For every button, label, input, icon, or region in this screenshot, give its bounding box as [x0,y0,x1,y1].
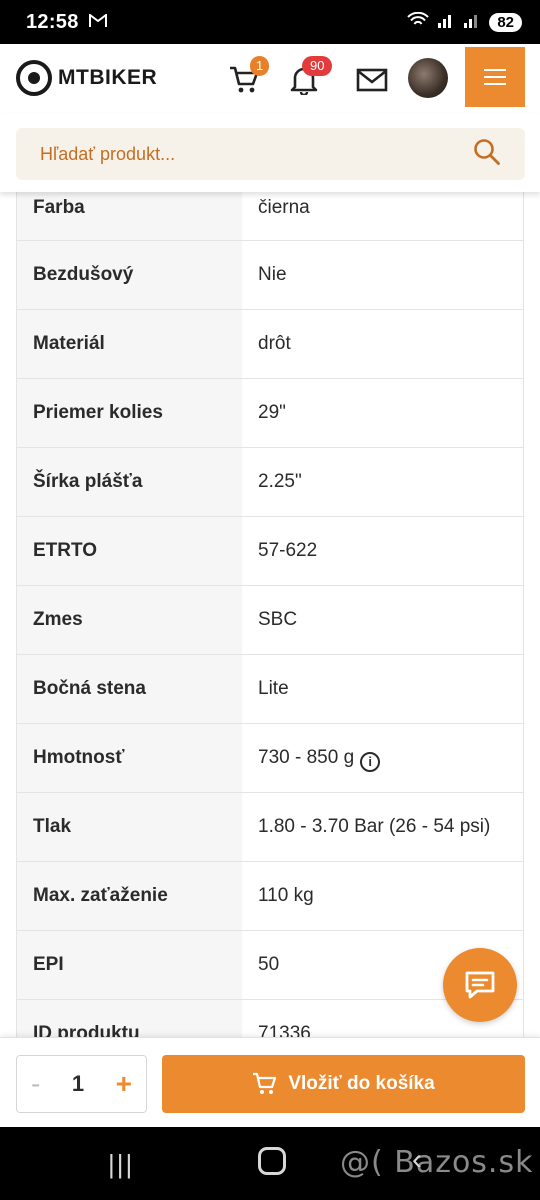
wifi-icon [407,11,430,32]
menu-button[interactable] [465,47,525,107]
spec-row: Bezdušový Nie [17,241,523,310]
notifications-count-badge: 90 [302,56,333,76]
spec-value-text: Lite [258,678,289,699]
search-placeholder: Hľadať produkt... [40,143,176,164]
spec-value-text: Nie [258,264,287,285]
spec-key: Max. zaťaženie [17,862,242,930]
search-input[interactable]: Hľadať produkt... [16,128,525,180]
spec-row: Materiál drôt [17,310,523,379]
quantity-decrease-button[interactable]: - [31,1068,40,1100]
spec-key: Priemer kolies [17,379,242,447]
spec-key: Zmes [17,586,242,654]
home-button[interactable] [258,1147,286,1175]
system-nav-bar: ||| @( Bazos.sk ‹ [0,1127,540,1200]
spec-value-text: SBC [258,609,298,630]
cart-icon [253,1072,277,1094]
spec-value: 2.25" [242,448,523,516]
battery-indicator: 82 [489,12,522,32]
spec-value-text: 1.80 - 3.70 Bar (26 - 54 psi) [258,816,491,837]
spec-value: drôt [242,310,523,378]
messages-button[interactable] [352,60,392,100]
spec-row: Šírka plášťa 2.25" [17,448,523,517]
spec-key: Bezdušový [17,241,242,309]
spec-key: EPI [17,931,242,999]
cart-button[interactable]: 1 [224,56,270,100]
logo[interactable]: MTBIKER [16,60,157,96]
spec-value-text: 50 [258,954,280,975]
add-to-cart-bar: - 1 + Vložiť do košíka [0,1037,540,1127]
spec-value: 730 - 850 gi [242,724,523,792]
spec-value-text: 2.25" [258,471,302,492]
spec-value: Nie [242,241,523,309]
spec-value: 1.80 - 3.70 Bar (26 - 54 psi) [242,793,523,861]
user-avatar[interactable] [408,58,448,98]
add-to-cart-button[interactable]: Vložiť do košíka [162,1055,525,1113]
spec-value-text: 29" [258,402,286,423]
spec-key: Tlak [17,793,242,861]
logo-gear-icon [16,60,52,96]
search-bar-container: Hľadať produkt... [0,114,540,192]
spec-key: Hmotnosť [17,724,242,792]
back-button[interactable]: ‹ [412,1143,422,1177]
status-time: 12:58 [26,10,79,33]
spec-value-text: drôt [258,333,291,354]
watermark: @( Bazos.sk [340,1145,534,1180]
spec-row: Hmotnosť 730 - 850 gi [17,724,523,793]
site-header: MTBIKER 1 90 [0,44,540,114]
add-to-cart-label: Vložiť do košíka [288,1073,435,1094]
product-specs-table: Farba čierna Bezdušový Nie Materiál drôt Priem… [16,176,524,1069]
chat-button[interactable] [443,948,517,1022]
spec-value-text: 730 - 850 g [258,747,355,768]
spec-value: 29" [242,379,523,447]
spec-value-text: 110 kg [258,885,314,906]
signal-icon [437,12,455,32]
spec-value-text: čierna [258,197,310,218]
spec-value: Lite [242,655,523,723]
spec-value: 57-622 [242,517,523,585]
quantity-increase-button[interactable]: + [116,1068,132,1100]
spec-row: Bočná stena Lite [17,655,523,724]
search-icon[interactable] [473,138,501,171]
logo-text: MTBIKER [58,66,158,89]
spec-key: Šírka plášťa [17,448,242,516]
spec-key: Materiál [17,310,242,378]
spec-row: Tlak 1.80 - 3.70 Bar (26 - 54 psi) [17,793,523,862]
hamburger-icon [484,69,506,71]
cart-count-badge: 1 [250,56,270,76]
status-icons: 82 [407,11,522,32]
spec-value-text: 57-622 [258,540,318,561]
spec-row: Max. zaťaženie 110 kg [17,862,523,931]
status-bar: 12:58 82 [0,0,540,44]
gmail-icon [88,12,107,33]
spec-value: SBC [242,586,523,654]
quantity-value[interactable]: 1 [72,1071,84,1097]
quantity-stepper: - 1 + [16,1055,147,1113]
notifications-button[interactable]: 90 [284,56,333,100]
spec-key: ETRTO [17,517,242,585]
recents-button[interactable]: ||| [108,1149,134,1180]
spec-row: ETRTO 57-622 [17,517,523,586]
spec-value: 110 kg [242,862,523,930]
chat-icon [465,971,495,999]
spec-key: Bočná stena [17,655,242,723]
info-icon[interactable]: i [360,752,381,772]
signal-icon-2 [463,12,481,32]
envelope-icon [356,68,388,92]
spec-row: Priemer kolies 29" [17,379,523,448]
spec-row: Zmes SBC [17,586,523,655]
